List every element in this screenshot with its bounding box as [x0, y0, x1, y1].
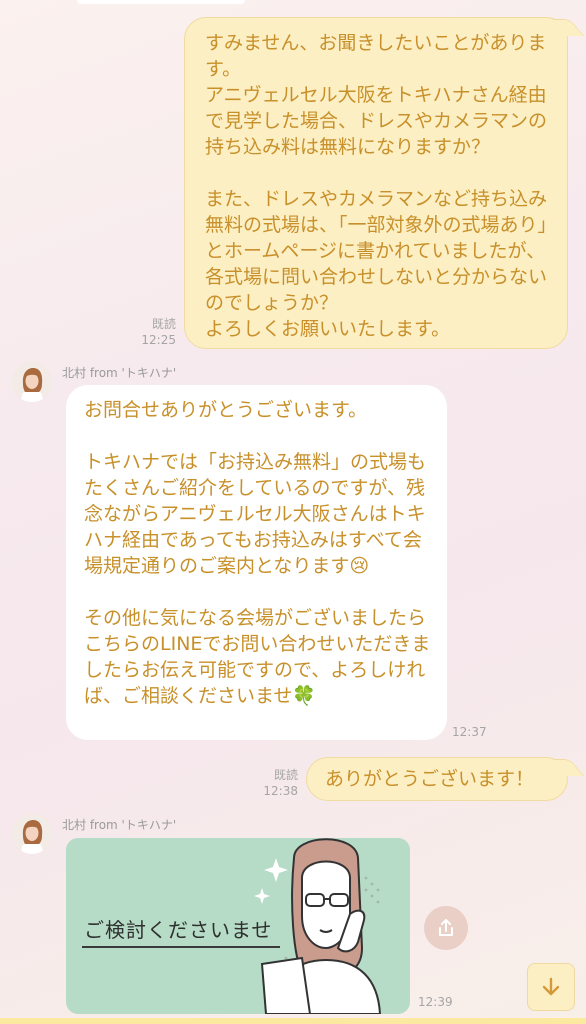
message-time: 12:37 — [452, 725, 487, 739]
sender-name: 北村 from 'トキハナ' — [62, 818, 177, 832]
sender-name: 北村 from 'トキハナ' — [62, 366, 177, 380]
bottom-edge — [0, 1018, 586, 1024]
message-time: 12:25 — [141, 333, 176, 347]
avatar-icon — [12, 814, 52, 854]
image-caption: ご検討くださいませ — [84, 918, 273, 942]
outgoing-message-bubble[interactable]: ありがとうございます！ — [306, 757, 568, 801]
outgoing-message-bubble[interactable]: すみません、お聞きしたいことがあります。 アニヴェルセル大阪をトキハナさん経由で… — [184, 17, 568, 349]
avatar[interactable] — [12, 814, 52, 854]
read-receipt: 既読 — [151, 317, 176, 331]
avatar[interactable] — [12, 362, 52, 402]
avatar-icon — [12, 362, 52, 402]
image-message-card[interactable]: ご検討くださいませ — [66, 838, 410, 1014]
previous-message-edge — [77, 0, 245, 4]
share-button[interactable] — [424, 906, 468, 950]
arrow-down-icon — [542, 977, 560, 996]
message-time: 12:38 — [263, 784, 298, 798]
share-icon — [439, 919, 453, 936]
scroll-to-bottom-button[interactable] — [527, 963, 575, 1011]
read-receipt: 既読 — [273, 768, 298, 782]
message-time: 12:39 — [418, 995, 453, 1009]
caption-underline — [82, 946, 280, 948]
incoming-message-bubble[interactable]: お問合せありがとうございます。 トキハナでは「お持込み無料」の式場もたくさんご紹… — [66, 385, 447, 740]
